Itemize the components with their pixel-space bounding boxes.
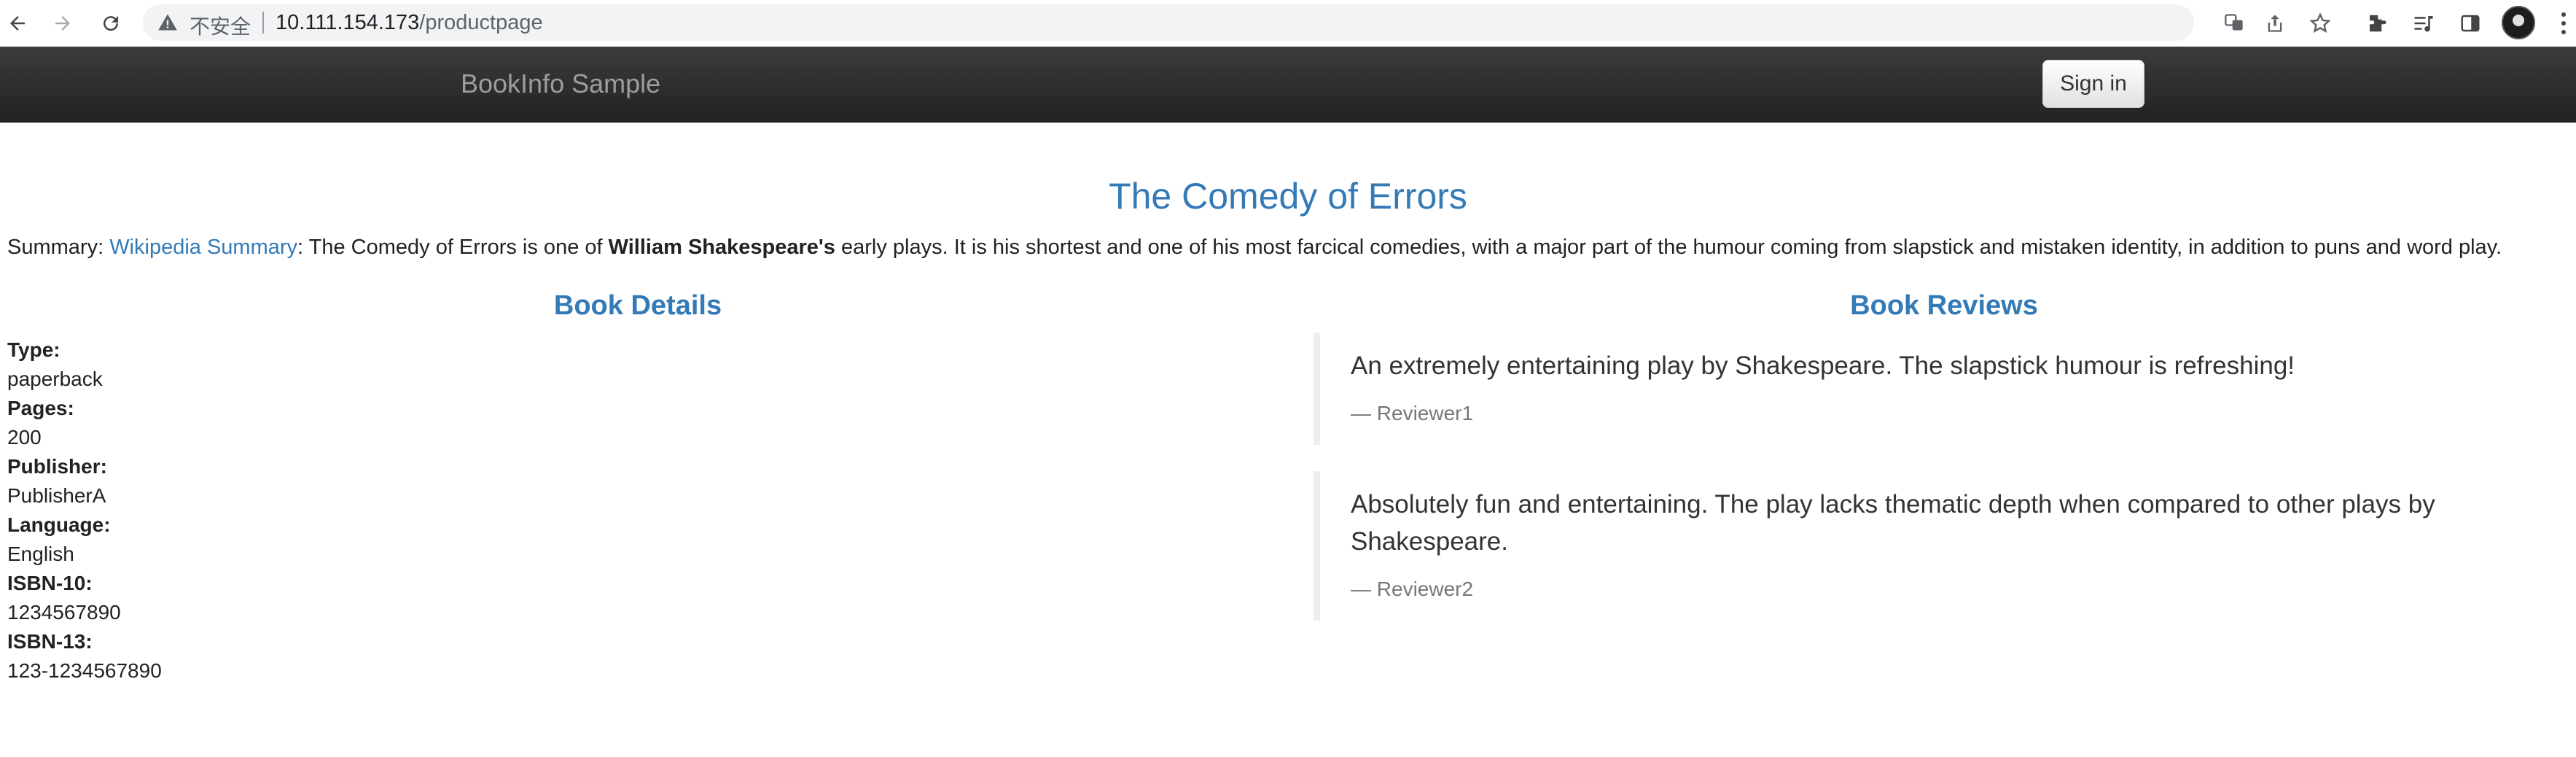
browser-menu-icon[interactable] <box>2551 6 2576 41</box>
site-navbar: BookInfo Sample Sign in <box>0 47 2576 123</box>
back-icon[interactable] <box>0 6 35 41</box>
browser-toolbar: 不安全 10.111.154.173/productpage <box>0 0 2576 47</box>
book-summary: Summary: Wikipedia Summary: The Comedy o… <box>7 236 2573 260</box>
review-2-text: Absolutely fun and entertaining. The pla… <box>1351 490 2435 556</box>
isbn13-label: ISBN-13: <box>7 630 93 653</box>
warning-icon[interactable] <box>157 12 178 33</box>
summary-prefix: Summary: <box>7 236 110 259</box>
extensions-icon[interactable] <box>2365 11 2389 36</box>
review-2-reviewer: — Reviewer2 <box>1351 578 1474 600</box>
url-text[interactable]: 10.111.154.173/productpage <box>276 11 543 35</box>
address-separator <box>262 12 264 34</box>
brand-link[interactable]: BookInfo Sample <box>461 69 660 99</box>
profile-avatar[interactable] <box>2502 6 2535 39</box>
reload-icon[interactable] <box>93 6 128 41</box>
translate-icon[interactable] <box>2222 10 2247 35</box>
security-label[interactable]: 不安全 <box>190 11 251 40</box>
isbn10-value: 1234567890 <box>7 601 121 624</box>
share-icon[interactable] <box>2263 11 2287 36</box>
pages-value: 200 <box>7 426 42 449</box>
wikipedia-summary-link[interactable]: Wikipedia Summary <box>109 236 297 259</box>
type-value: paperback <box>7 368 103 390</box>
book-title: The Comedy of Errors <box>1109 176 1467 217</box>
side-panel-icon[interactable] <box>2458 11 2483 36</box>
book-details-list: Type: paperback Pages: 200 Publisher: Pu… <box>7 335 590 686</box>
isbn10-label: ISBN-10: <box>7 572 93 594</box>
review-1: An extremely entertaining play by Shakes… <box>1314 333 2553 445</box>
address-bar[interactable]: 不安全 10.111.154.173/productpage <box>143 4 2243 41</box>
bookmark-star-icon[interactable] <box>2308 11 2333 36</box>
publisher-label: Publisher: <box>7 455 107 478</box>
forward-icon[interactable] <box>45 6 80 41</box>
book-reviews-heading: Book Reviews <box>1850 290 2038 321</box>
summary-text-2: early plays. It is his shortest and one … <box>835 236 2502 259</box>
isbn13-value: 123-1234567890 <box>7 659 162 682</box>
sign-in-button[interactable]: Sign in <box>2042 60 2144 108</box>
pages-label: Pages: <box>7 397 74 419</box>
media-playlist-icon[interactable] <box>2411 11 2436 36</box>
publisher-value: PublisherA <box>7 484 106 507</box>
url-path: /productpage <box>419 11 543 34</box>
summary-author: William Shakespeare's <box>608 236 835 259</box>
review-2: Absolutely fun and entertaining. The pla… <box>1314 471 2553 621</box>
url-host: 10.111.154.173 <box>276 11 420 34</box>
summary-text-1: : The Comedy of Errors is one of <box>297 236 609 259</box>
review-1-text: An extremely entertaining play by Shakes… <box>1351 352 2295 380</box>
book-details-heading: Book Details <box>553 290 722 321</box>
review-1-reviewer: — Reviewer1 <box>1351 402 1474 424</box>
language-value: English <box>7 543 74 565</box>
language-label: Language: <box>7 513 111 536</box>
type-label: Type: <box>7 338 61 361</box>
